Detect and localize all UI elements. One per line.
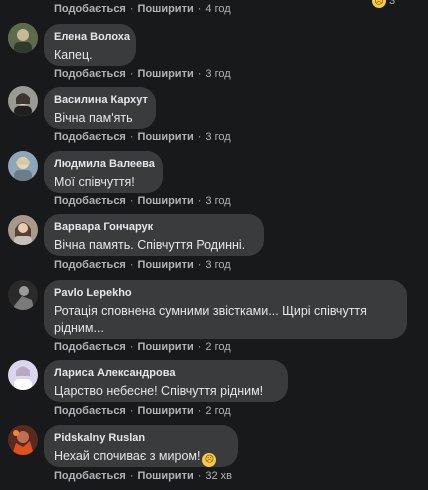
comment-text: Вічна память. Співчуття Родинні. (54, 238, 246, 252)
like-link[interactable]: Подобається (54, 3, 126, 15)
comment-bubble: Pavlo Lepekho Ротація сповнена сумними з… (44, 280, 407, 339)
comment-actions: Подобається · Поширити · 3 год (54, 68, 231, 80)
reply-link[interactable]: Поширити (138, 68, 194, 80)
comment-author[interactable]: Pavlo Lepekho (54, 287, 397, 300)
like-link[interactable]: Подобається (54, 259, 126, 271)
comment-actions: Подобається · Поширити · 4 год (54, 2, 231, 16)
avatar[interactable] (8, 360, 38, 390)
comment-bubble: Лариса Александрова Царство небесне! Спі… (44, 360, 288, 402)
separator: · (197, 341, 202, 353)
reply-link[interactable]: Поширити (138, 405, 194, 417)
comment-text: Вічна пам'ять (54, 111, 133, 125)
reply-link[interactable]: Поширити (138, 3, 194, 15)
comment-time[interactable]: 3 год (205, 131, 230, 143)
comment-text: Мої співчуття! (54, 175, 135, 189)
avatar[interactable] (8, 215, 38, 245)
reaction-count: 3 (389, 0, 396, 7)
separator: · (129, 195, 134, 207)
separator: · (197, 3, 202, 15)
comment-actions: Подобається · Поширити · 3 год (54, 195, 231, 207)
comment-time[interactable]: 32 хв (205, 470, 232, 482)
sad-emoji-icon: ☹ (372, 0, 386, 8)
comment-actions: Подобається · Поширити · 32 хв (54, 470, 232, 482)
avatar[interactable] (8, 23, 38, 53)
avatar[interactable] (8, 280, 38, 310)
comment-bubble: Василина Кархут Вічна пам'ять (44, 87, 156, 129)
comment-author[interactable]: Лариса Александрова (54, 367, 278, 380)
like-link[interactable]: Подобається (54, 341, 126, 353)
comment-actions: Подобається · Поширити · 2 год (54, 341, 231, 353)
comment-text: Нехай спочиває з миром! ☹ (54, 448, 228, 467)
separator: · (129, 259, 134, 271)
avatar[interactable] (8, 425, 38, 455)
separator: · (197, 259, 202, 271)
comment-time[interactable]: 2 год (205, 405, 230, 417)
comment-author[interactable]: Василина Кархут (54, 94, 148, 107)
comment-author[interactable]: Елена Волоха (54, 31, 130, 44)
comment-text-content: Нехай спочиває з миром! (54, 449, 201, 463)
comment-text: Капец. (54, 48, 93, 62)
like-link[interactable]: Подобається (54, 131, 126, 143)
reply-link[interactable]: Поширити (138, 195, 194, 207)
like-link[interactable]: Подобається (54, 68, 126, 80)
reply-link[interactable]: Поширити (138, 470, 194, 482)
like-link[interactable]: Подобається (54, 470, 126, 482)
comment-time[interactable]: 3 год (205, 195, 230, 207)
separator: · (197, 470, 202, 482)
like-link[interactable]: Подобається (54, 195, 126, 207)
comment-bubble: Людмила Валеева Мої співчуття! (44, 151, 163, 193)
separator: · (129, 131, 134, 143)
like-link[interactable]: Подобається (54, 405, 126, 417)
separator: · (129, 68, 134, 80)
comment-author[interactable]: Pidskalny Ruslan (54, 432, 228, 445)
comment-text: Царство небесне! Співчуття рідним! (54, 384, 264, 398)
comment-text: Ротація сповнена сумними звістками... Щи… (54, 304, 367, 335)
comment-time[interactable]: 3 год (205, 68, 230, 80)
reaction-summary[interactable]: ☹ 3 (372, 0, 395, 8)
avatar[interactable] (8, 151, 38, 181)
separator: · (129, 3, 134, 15)
separator: · (197, 405, 202, 417)
sad-emoji-icon: ☹ (202, 452, 217, 467)
separator: · (197, 131, 202, 143)
avatar[interactable] (8, 86, 38, 116)
reply-link[interactable]: Поширити (138, 341, 194, 353)
reply-link[interactable]: Поширити (138, 259, 194, 271)
comment-time[interactable]: 2 год (205, 341, 230, 353)
comment-bubble: Елена Волоха Капец. (44, 24, 136, 66)
comment-time[interactable]: 4 год (205, 3, 230, 15)
separator: · (129, 405, 134, 417)
comment-bubble: Варвара Гончарук Вічна память. Співчуття… (44, 214, 264, 256)
comment-actions: Подобається · Поширити · 3 год (54, 131, 231, 143)
comment-time[interactable]: 3 год (205, 259, 230, 271)
reply-link[interactable]: Поширити (138, 131, 194, 143)
comment-author[interactable]: Людмила Валеева (54, 158, 155, 171)
separator: · (197, 195, 202, 207)
comment-bubble: Pidskalny Ruslan Нехай спочиває з миром!… (44, 425, 238, 467)
separator: · (129, 341, 134, 353)
comment-actions: Подобається · Поширити · 2 год (54, 405, 231, 417)
comment-actions: Подобається · Поширити · 3 год (54, 259, 231, 271)
separator: · (197, 68, 202, 80)
separator: · (129, 470, 134, 482)
comment-author[interactable]: Варвара Гончарук (54, 221, 254, 234)
